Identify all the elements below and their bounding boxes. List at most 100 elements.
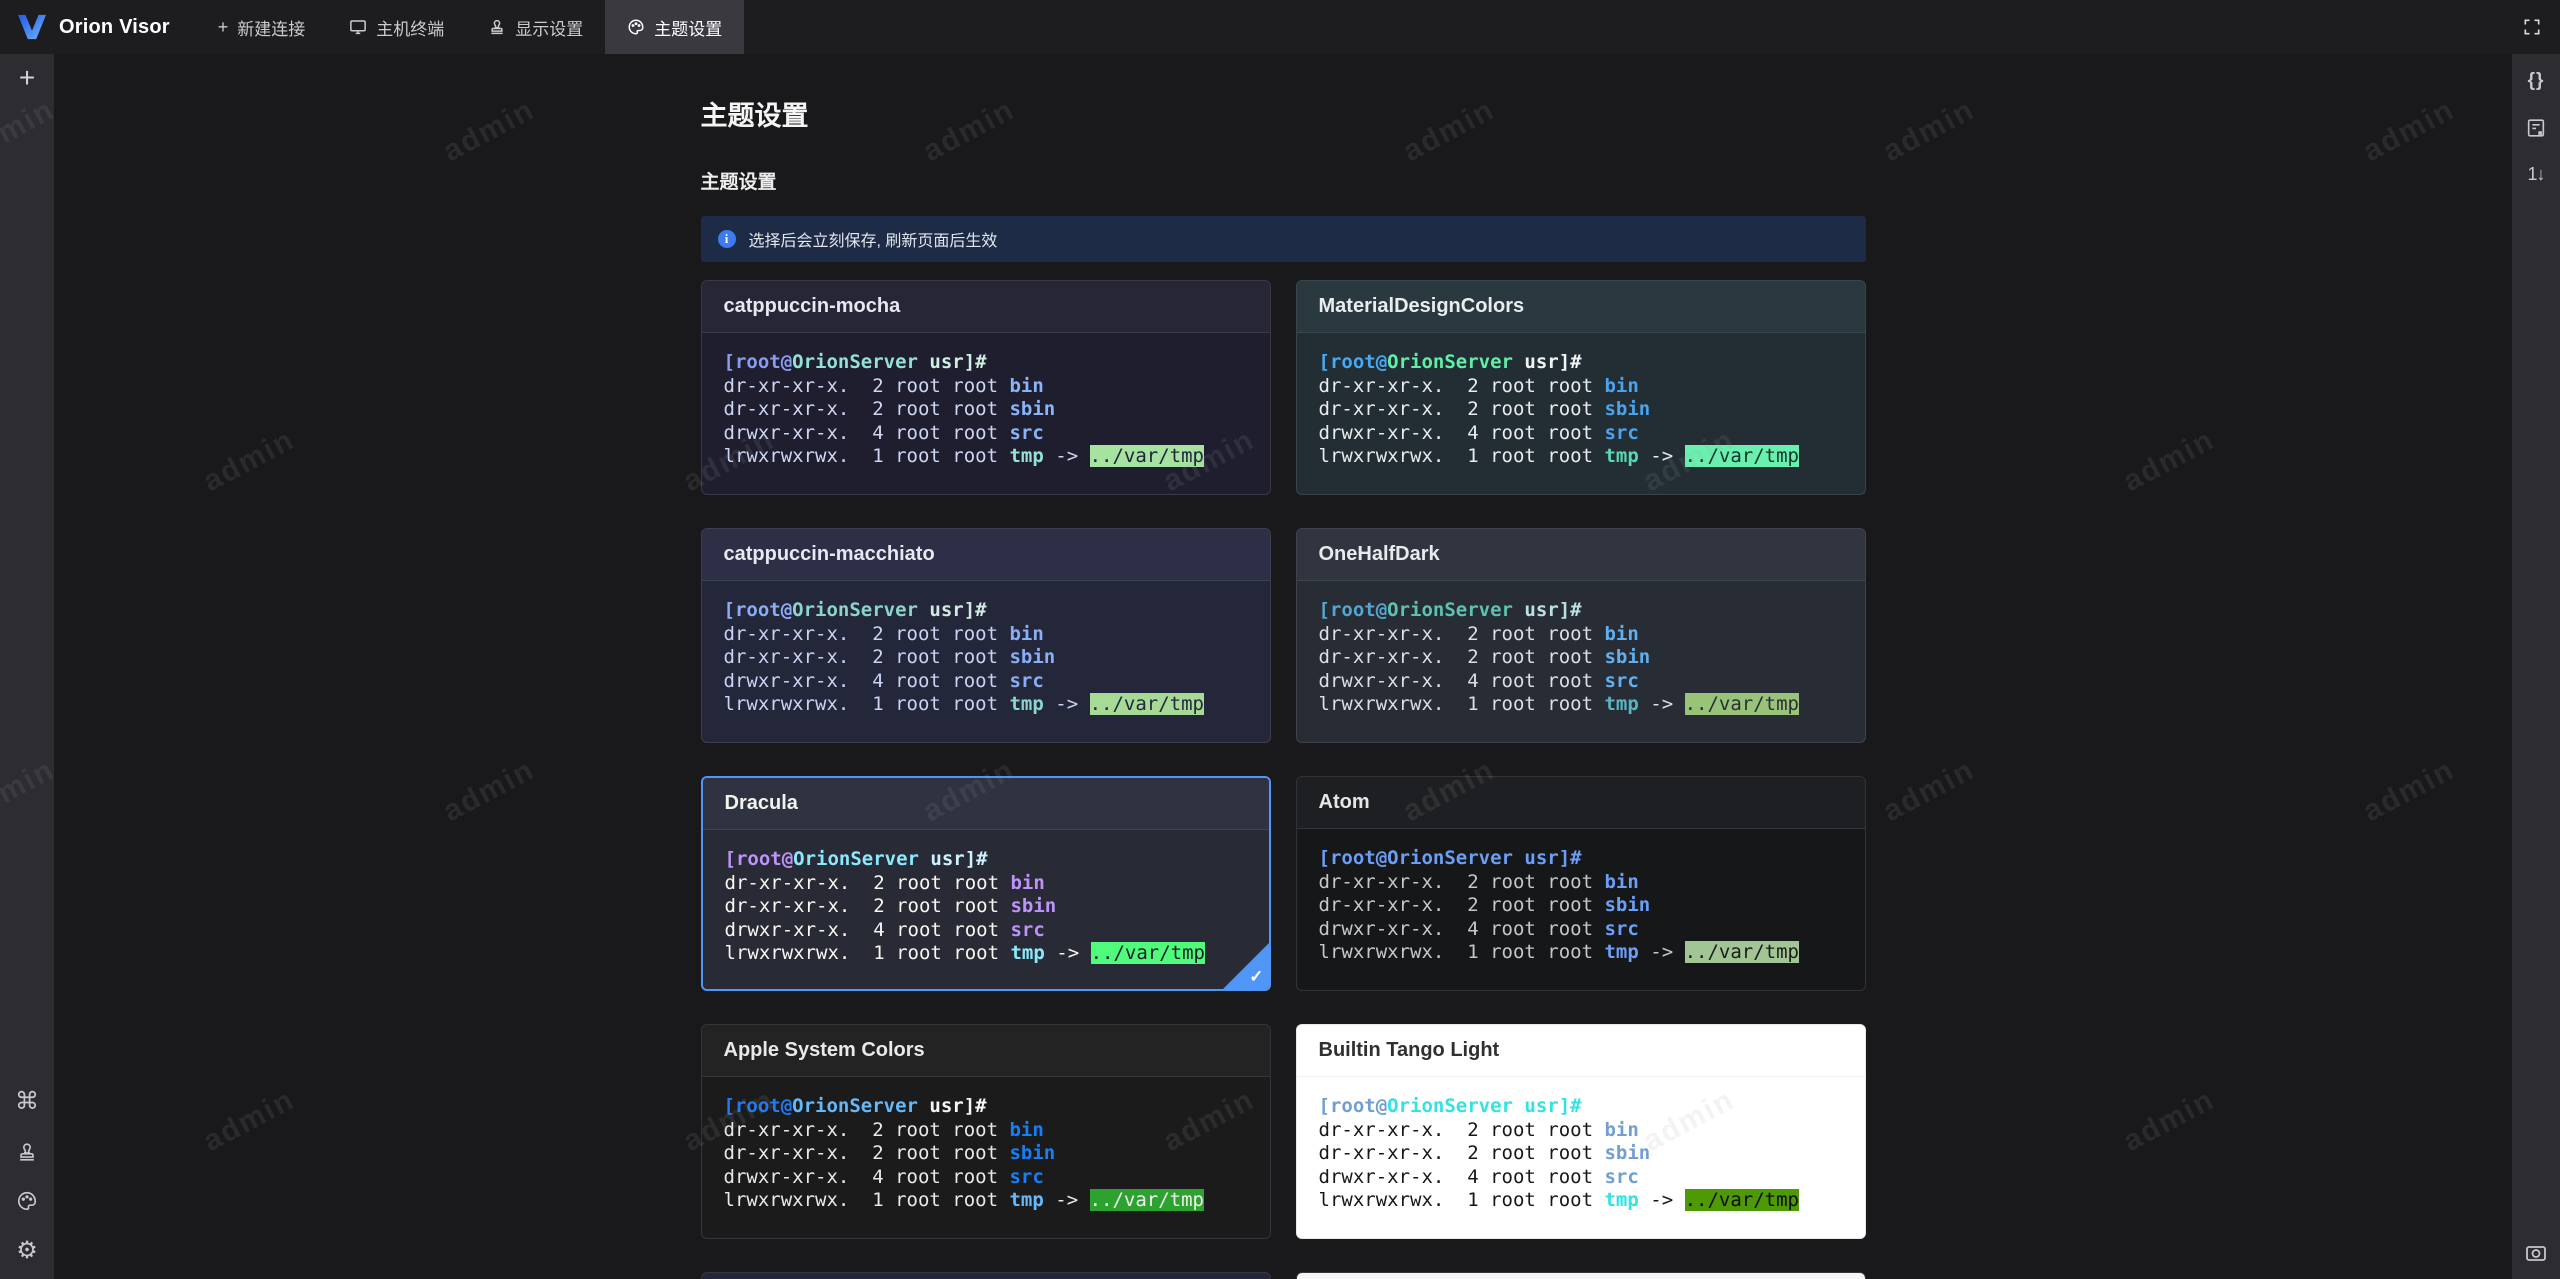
stamp-icon[interactable] — [16, 1141, 38, 1163]
content-container: 主题设置 主题设置 i 选择后会立刻保存, 刷新页面后生效 catppuccin… — [700, 94, 1866, 1279]
terminal-line: dr-xr-xr-x. 2 root root bin — [723, 374, 1044, 397]
terminal-symlink-line: lrwxrwxrwx. 1 root root tmp -> ../var/tm… — [723, 1189, 1204, 1211]
left-sidebar-bottom-icons: ⌘ ⚙ — [15, 1090, 39, 1279]
terminal-symlink-line: lrwxrwxrwx. 1 root root tmp -> ../var/tm… — [723, 445, 1204, 467]
terminal-line: drwxr-xr-x. 4 root root src — [723, 669, 1044, 692]
theme-card-partial[interactable] — [1295, 1272, 1866, 1279]
terminal-line: dr-xr-xr-x. 2 root root bin — [723, 1118, 1044, 1141]
theme-card[interactable]: MaterialDesignColors [root@OrionServer u… — [1295, 280, 1866, 495]
terminal-prompt-line: [root@OrionServer usr]# — [724, 848, 988, 870]
terminal-line: dr-xr-xr-x. 2 root root sbin — [723, 1142, 1056, 1164]
terminal-line: drwxr-xr-x. 4 root root src — [1318, 421, 1639, 444]
theme-name: Dracula — [724, 792, 798, 814]
theme-name: catppuccin-macchiato — [723, 543, 935, 565]
theme-name: catppuccin-mocha — [723, 295, 901, 317]
theme-card[interactable]: catppuccin-macchiato [root@OrionServer u… — [700, 528, 1271, 743]
theme-card[interactable]: OneHalfDark [root@OrionServer usr]# dr-x… — [1295, 528, 1866, 743]
theme-name: OneHalfDark — [1318, 543, 1440, 565]
theme-preview-terminal: [root@OrionServer usr]# dr-xr-xr-x. 2 ro… — [702, 1077, 1270, 1213]
theme-preview-terminal: [root@OrionServer usr]# dr-xr-xr-x. 2 ro… — [1297, 581, 1865, 717]
terminal-line: dr-xr-xr-x. 2 root root bin — [1318, 374, 1639, 397]
terminal-symlink-line: lrwxrwxrwx. 1 root root tmp -> ../var/tm… — [724, 942, 1205, 964]
theme-card[interactable]: Dracula [root@OrionServer usr]# dr-xr-xr… — [700, 776, 1271, 991]
terminal-prompt-line: [root@OrionServer usr]# — [1318, 599, 1582, 621]
right-sidebar-bottom-icons — [2524, 1241, 2548, 1279]
tab-label: 主题设置 — [654, 19, 723, 39]
right-sidebar: {} 1↓ — [2512, 54, 2560, 1279]
section-title: 主题设置 — [700, 172, 777, 193]
theme-card-header: Apple System Colors — [701, 1025, 1270, 1077]
theme-card[interactable]: Atom [root@OrionServer usr]# dr-xr-xr-x.… — [1295, 776, 1866, 991]
theme-preview-terminal: [root@OrionServer usr]# dr-xr-xr-x. 2 ro… — [1297, 333, 1865, 469]
palette-icon[interactable] — [16, 1190, 38, 1212]
theme-name: Apple System Colors — [723, 1039, 925, 1061]
terminal-line: drwxr-xr-x. 4 root root src — [723, 1165, 1044, 1188]
selected-check-icon: ✓ — [1249, 967, 1264, 986]
theme-card[interactable]: catppuccin-mocha [root@OrionServer usr]#… — [700, 280, 1271, 495]
terminal-line: dr-xr-xr-x. 2 root root sbin — [1318, 646, 1651, 668]
theme-card-header: catppuccin-mocha — [701, 281, 1270, 333]
theme-card-header: Dracula — [702, 778, 1269, 830]
terminal-line: drwxr-xr-x. 4 root root src — [724, 918, 1045, 941]
terminal-line: drwxr-xr-x. 4 root root src — [723, 421, 1044, 444]
terminal-prompt-line: [root@OrionServer usr]# — [723, 599, 987, 621]
app-logo-icon — [16, 13, 48, 41]
theme-preview-terminal: [root@OrionServer usr]# dr-xr-xr-x. 2 ro… — [703, 830, 1269, 966]
terminal-prompt-line: [root@OrionServer usr]# — [1318, 847, 1582, 869]
terminal-line: drwxr-xr-x. 4 root root src — [1318, 1165, 1639, 1188]
info-icon: i — [717, 230, 736, 248]
theme-card-header: Atom — [1296, 777, 1865, 829]
terminal-symlink-line: lrwxrwxrwx. 1 root root tmp -> ../var/tm… — [1318, 1189, 1799, 1211]
app-title: Orion Visor — [59, 15, 170, 38]
terminal-prompt-line: [root@OrionServer usr]# — [723, 351, 987, 373]
theme-card[interactable]: Builtin Tango Light [root@OrionServer us… — [1295, 1024, 1866, 1239]
theme-name: Builtin Tango Light — [1318, 1039, 1500, 1061]
tab-label: 主机终端 — [376, 19, 445, 39]
terminal-line: dr-xr-xr-x. 2 root root bin — [1318, 622, 1639, 645]
terminal-monitor-icon — [349, 18, 367, 36]
theme-card[interactable]: Apple System Colors [root@OrionServer us… — [700, 1024, 1271, 1239]
right-sidebar-top-icons: {} 1↓ — [2525, 70, 2547, 185]
top-bar: Orion Visor + 新建连接 主机终端 显示设置 主题设置 — [0, 0, 2560, 54]
tab-theme-settings[interactable]: 主题设置 — [605, 0, 745, 54]
info-alert-text: 选择后会立刻保存, 刷新页面后生效 — [748, 233, 998, 250]
theme-card-header: catppuccin-macchiato — [701, 529, 1270, 581]
terminal-symlink-line: lrwxrwxrwx. 1 root root tmp -> ../var/tm… — [1318, 941, 1799, 963]
theme-preview-terminal: [root@OrionServer usr]# dr-xr-xr-x. 2 ro… — [1297, 1077, 1865, 1213]
terminal-line: dr-xr-xr-x. 2 root root sbin — [724, 895, 1057, 917]
numeric-sort-icon[interactable]: 1↓ — [2527, 164, 2545, 185]
theme-preview-terminal: [root@OrionServer usr]# dr-xr-xr-x. 2 ro… — [1297, 829, 1865, 965]
terminal-line: dr-xr-xr-x. 2 root root sbin — [1318, 398, 1651, 420]
tab-new-connection[interactable]: + 新建连接 — [196, 0, 328, 54]
fullscreen-icon[interactable] — [2504, 0, 2560, 54]
terminal-line: dr-xr-xr-x. 2 root root bin — [723, 622, 1044, 645]
terminal-line: dr-xr-xr-x. 2 root root sbin — [1318, 1142, 1651, 1164]
tab-display-settings[interactable]: 显示设置 — [466, 0, 605, 54]
terminal-prompt-line: [root@OrionServer usr]# — [1318, 351, 1582, 373]
doc-bookmark-icon[interactable] — [2525, 117, 2547, 139]
page-title: 主题设置 — [700, 101, 809, 131]
terminal-prompt-line: [root@OrionServer usr]# — [1318, 1095, 1582, 1117]
theme-card-header: Builtin Tango Light — [1296, 1025, 1865, 1077]
theme-card-partial[interactable] — [700, 1272, 1271, 1279]
stamp-icon — [488, 18, 506, 36]
theme-preview-terminal: [root@OrionServer usr]# dr-xr-xr-x. 2 ro… — [702, 333, 1270, 469]
terminal-symlink-line: lrwxrwxrwx. 1 root root tmp -> ../var/tm… — [1318, 693, 1799, 715]
gear-icon[interactable]: ⚙ — [16, 1239, 38, 1263]
terminal-prompt-line: [root@OrionServer usr]# — [723, 1095, 987, 1117]
theme-card-header: MaterialDesignColors — [1296, 281, 1865, 333]
braces-icon[interactable]: {} — [2528, 70, 2545, 92]
terminal-line: dr-xr-xr-x. 2 root root sbin — [723, 646, 1056, 668]
command-icon[interactable]: ⌘ — [15, 1090, 39, 1114]
theme-name: MaterialDesignColors — [1318, 295, 1525, 317]
new-tab-plus-icon[interactable]: + — [19, 64, 35, 92]
theme-grid: catppuccin-mocha [root@OrionServer usr]#… — [700, 280, 1866, 1279]
camera-icon[interactable] — [2524, 1241, 2548, 1265]
tab-host-terminal[interactable]: 主机终端 — [327, 0, 466, 54]
main-content: 主题设置 主题设置 i 选择后会立刻保存, 刷新页面后生效 catppuccin… — [54, 54, 2512, 1279]
terminal-symlink-line: lrwxrwxrwx. 1 root root tmp -> ../var/tm… — [723, 693, 1204, 715]
terminal-symlink-line: lrwxrwxrwx. 1 root root tmp -> ../var/tm… — [1318, 445, 1799, 467]
tab-label: 新建连接 — [237, 19, 306, 39]
left-sidebar: + ⌘ ⚙ — [0, 54, 54, 1279]
